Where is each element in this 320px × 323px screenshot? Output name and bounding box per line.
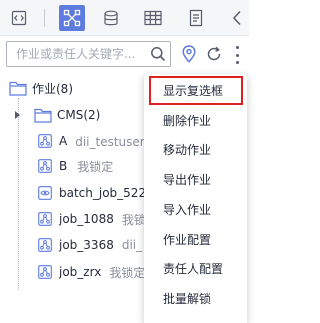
tree-item-label: CMS(2): [57, 108, 101, 122]
tree-item-label: B: [59, 159, 68, 173]
job-icon: [38, 265, 52, 279]
search-icon: [151, 47, 166, 62]
refresh-icon[interactable]: [206, 46, 222, 62]
job-icon: [38, 238, 52, 252]
menu-item-import-job[interactable]: 导入作业: [144, 195, 247, 224]
more-options-icon[interactable]: [234, 46, 240, 64]
menu-item-export-job[interactable]: 导出作业: [144, 165, 247, 194]
database-tab-button[interactable]: [98, 5, 124, 31]
menu-item-job-config[interactable]: 作业配置: [144, 225, 247, 254]
chevron-left-icon: [232, 10, 241, 26]
expand-caret-icon[interactable]: [15, 111, 20, 119]
menu-item-move-job[interactable]: 移动作业: [144, 135, 247, 164]
menu-item-owner-config[interactable]: 责任人配置: [144, 254, 247, 283]
tree-item-label: job_3368: [59, 238, 114, 252]
tree-item-label: batch_job_522: [59, 186, 147, 200]
menu-item-delete-job[interactable]: 删除作业: [144, 106, 247, 135]
tree-root-label: 作业(8): [32, 81, 73, 96]
lock-status: dii_: [121, 238, 143, 252]
locate-icon[interactable]: [182, 45, 196, 63]
workflow-tab-button[interactable]: [59, 5, 85, 31]
tree-item-label: job_zrx: [59, 265, 102, 279]
toolbar: [0, 0, 249, 36]
more-options-menu: 显示复选框 删除作业 移动作业 导出作业 导入作业 作业配置 责任人配置 批量解…: [144, 74, 247, 323]
job-icon: [38, 159, 52, 173]
batch-job-icon: [38, 186, 52, 200]
lock-status: 我锁定: [109, 265, 146, 280]
lock-status: 我锁定: [77, 159, 114, 174]
collapse-panel-button[interactable]: [224, 5, 250, 31]
database-icon: [104, 10, 118, 25]
search-box: [6, 41, 171, 67]
job-icon: [38, 134, 52, 148]
workflow-icon: [63, 9, 81, 27]
document-tab-button[interactable]: [183, 5, 209, 31]
tree-item-label: A: [59, 134, 68, 148]
table-tab-button[interactable]: [140, 5, 166, 31]
table-icon: [144, 10, 162, 26]
code-icon: [11, 10, 27, 26]
job-icon: [38, 212, 52, 226]
toolbar-divider: [44, 9, 45, 27]
menu-item-batch-unlock[interactable]: 批量解锁: [144, 284, 247, 313]
code-tab-button[interactable]: [6, 5, 32, 31]
search-button[interactable]: [149, 46, 167, 62]
search-input[interactable]: [7, 42, 145, 66]
folder-icon: [9, 81, 27, 96]
folder-icon: [34, 108, 52, 123]
lock-status: 我锁: [121, 212, 146, 227]
document-icon: [189, 9, 203, 27]
menu-item-show-checkbox[interactable]: 显示复选框: [149, 76, 243, 105]
tree-item-label: job_1088: [59, 212, 114, 226]
